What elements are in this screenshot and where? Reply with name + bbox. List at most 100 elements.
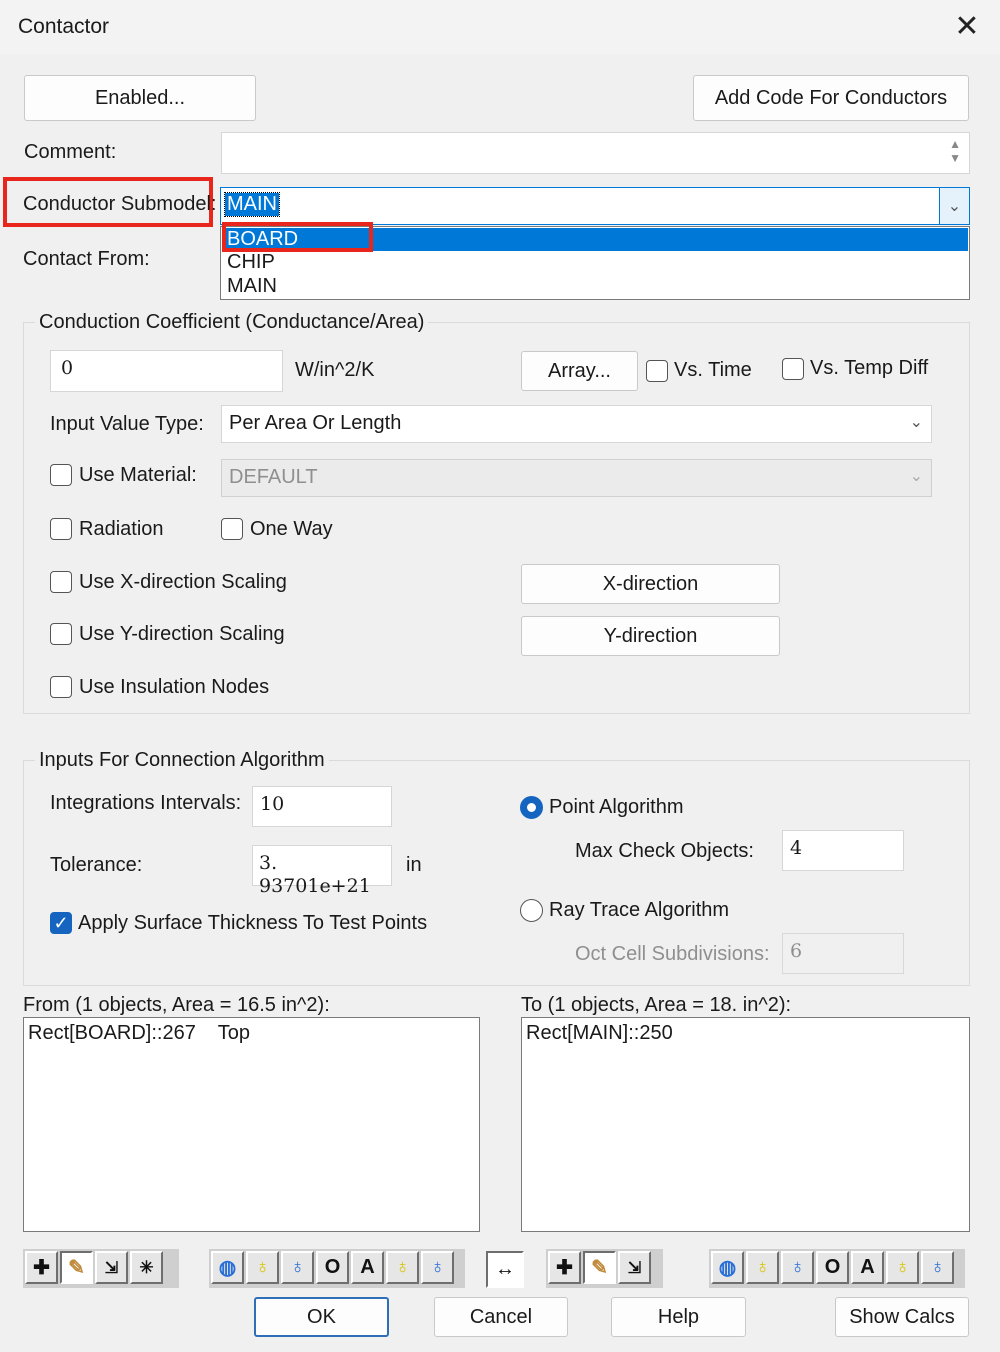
- use-insulation-label: Use Insulation Nodes: [79, 676, 270, 698]
- highlight-box-board: [222, 222, 373, 252]
- node-globe-icon[interactable]: ◍: [711, 1251, 744, 1284]
- use-insulation-checkbox[interactable]: [50, 676, 72, 698]
- radiation-label: Radiation: [79, 518, 164, 540]
- pencil-icon[interactable]: ✎: [60, 1251, 93, 1284]
- swap-button[interactable]: ↔: [486, 1251, 524, 1288]
- x-direction-button[interactable]: X-direction: [521, 564, 780, 604]
- list-item[interactable]: Rect[MAIN]::250: [526, 1020, 965, 1046]
- vs-temp-diff-checkbox[interactable]: [782, 358, 804, 380]
- input-value-type-label: Input Value Type:: [50, 413, 204, 435]
- algorithm-group-title: Inputs For Connection Algorithm: [35, 749, 329, 772]
- material-select[interactable]: DEFAULT ⌄: [221, 459, 932, 497]
- list-item[interactable]: Rect[BOARD]::267 Top: [28, 1020, 475, 1046]
- y-direction-button[interactable]: Y-direction: [521, 616, 780, 656]
- max-check-label: Max Check Objects:: [575, 840, 754, 862]
- radiation-checkbox[interactable]: [50, 518, 72, 540]
- pencil-icon[interactable]: ✎: [583, 1251, 616, 1284]
- tolerance-units: in: [406, 854, 422, 876]
- vs-time-label: Vs. Time: [674, 359, 752, 381]
- tolerance-field[interactable]: 3. 93701e+21: [252, 845, 392, 897]
- from-filter-toolbar: ◍ ♁ ♁ O A ♁ ♁: [209, 1249, 465, 1288]
- submodel-label: Conductor Submodel:: [23, 193, 217, 215]
- plus-icon[interactable]: ✚: [548, 1251, 581, 1284]
- to-list-label: To (1 objects, Area = 18. in^2):: [521, 994, 792, 1016]
- from-list-label: From (1 objects, Area = 16.5 in^2):: [23, 994, 330, 1016]
- bulb-d-icon[interactable]: ♁: [746, 1251, 779, 1284]
- array-button[interactable]: Array...: [521, 351, 638, 391]
- to-edit-toolbar: ✚ ✎ ⇲: [546, 1249, 663, 1288]
- use-y-scaling-label: Use Y-direction Scaling: [79, 623, 285, 645]
- help-button[interactable]: Help: [611, 1297, 746, 1337]
- bulb-blue-icon[interactable]: ♁: [921, 1251, 954, 1284]
- vs-temp-diff-label: Vs. Temp Diff: [810, 357, 929, 379]
- enabled-button[interactable]: Enabled...: [24, 75, 256, 121]
- oct-cell-field[interactable]: 6: [782, 933, 904, 974]
- max-check-value: 4: [790, 837, 803, 859]
- use-x-scaling-label: Use X-direction Scaling: [79, 571, 287, 593]
- material-value: DEFAULT: [229, 466, 318, 488]
- use-material-label: Use Material:: [79, 464, 197, 486]
- conduction-units: W/in^2/K: [295, 359, 375, 381]
- conduction-value: 0: [61, 357, 74, 379]
- dropdown-option-main[interactable]: MAIN: [222, 275, 968, 298]
- from-edit-toolbar: ✚ ✎ ⇲ ✳: [23, 1249, 179, 1288]
- o-toggle-button[interactable]: O: [816, 1251, 849, 1284]
- ray-trace-label: Ray Trace Algorithm: [549, 899, 730, 921]
- dropdown-option-chip[interactable]: CHIP: [222, 251, 968, 274]
- plus-icon[interactable]: ✚: [25, 1251, 58, 1284]
- bulb-yellow-icon[interactable]: ♁: [386, 1251, 419, 1284]
- select-arrow-icon[interactable]: ⇲: [618, 1251, 651, 1284]
- cancel-button[interactable]: Cancel: [434, 1297, 568, 1337]
- o-toggle-button[interactable]: O: [316, 1251, 349, 1284]
- use-material-checkbox[interactable]: [50, 464, 72, 486]
- one-way-checkbox[interactable]: [221, 518, 243, 540]
- submodel-selected-value: MAIN: [224, 192, 280, 217]
- apply-surface-label: Apply Surface Thickness To Test Points: [78, 912, 428, 934]
- window-title: Contactor: [18, 15, 110, 38]
- add-code-button[interactable]: Add Code For Conductors: [693, 75, 969, 121]
- chevron-down-icon[interactable]: ⌄: [939, 188, 969, 224]
- one-way-label: One Way: [250, 518, 333, 540]
- show-calcs-button[interactable]: Show Calcs: [835, 1297, 969, 1337]
- point-algorithm-radio[interactable]: [520, 796, 543, 819]
- oct-cell-value: 6: [790, 940, 803, 962]
- a-toggle-button[interactable]: A: [351, 1251, 384, 1284]
- star-select-icon[interactable]: ✳: [130, 1251, 163, 1284]
- node-globe-icon[interactable]: ◍: [211, 1251, 244, 1284]
- integrations-label: Integrations Intervals:: [50, 792, 242, 814]
- close-icon[interactable]: ✕: [948, 8, 986, 46]
- ok-button[interactable]: OK: [254, 1297, 389, 1337]
- max-check-field[interactable]: 4: [782, 830, 904, 871]
- bulb-yellow-icon[interactable]: ♁: [886, 1251, 919, 1284]
- bulb-d-icon[interactable]: ♁: [246, 1251, 279, 1284]
- input-value-type-value: Per Area Or Length: [229, 412, 402, 434]
- ray-trace-radio[interactable]: [520, 899, 543, 922]
- submodel-combobox[interactable]: MAIN ⌄: [220, 187, 970, 225]
- chevron-down-icon: ⌄: [909, 414, 923, 431]
- title-bar: [0, 0, 1000, 54]
- integrations-field[interactable]: 10: [252, 786, 392, 827]
- conduction-value-field[interactable]: 0: [50, 350, 283, 392]
- point-algorithm-label: Point Algorithm: [549, 796, 684, 818]
- spin-arrows-icon[interactable]: ▲ ▼: [949, 137, 961, 165]
- comment-label: Comment:: [24, 141, 117, 163]
- use-y-scaling-checkbox[interactable]: [50, 623, 72, 645]
- a-toggle-button[interactable]: A: [851, 1251, 884, 1284]
- use-x-scaling-checkbox[interactable]: [50, 571, 72, 593]
- bulb-b-icon[interactable]: ♁: [281, 1251, 314, 1284]
- integrations-value: 10: [260, 793, 285, 815]
- from-listbox[interactable]: Rect[BOARD]::267 Top: [23, 1017, 480, 1232]
- bulb-blue-icon[interactable]: ♁: [421, 1251, 454, 1284]
- tolerance-value: 3. 93701e+21: [259, 852, 371, 897]
- tolerance-label: Tolerance:: [50, 854, 143, 876]
- bulb-b-icon[interactable]: ♁: [781, 1251, 814, 1284]
- chevron-down-icon: ⌄: [909, 468, 923, 485]
- contact-from-label: Contact From:: [23, 248, 150, 270]
- input-value-type-select[interactable]: Per Area Or Length ⌄: [221, 405, 932, 443]
- select-arrow-icon[interactable]: ⇲: [95, 1251, 128, 1284]
- comment-field[interactable]: ▲ ▼: [221, 132, 970, 174]
- apply-surface-checkbox[interactable]: ✓: [50, 912, 72, 934]
- oct-cell-label: Oct Cell Subdivisions:: [575, 943, 770, 965]
- vs-time-checkbox[interactable]: [646, 360, 668, 382]
- to-listbox[interactable]: Rect[MAIN]::250: [521, 1017, 970, 1232]
